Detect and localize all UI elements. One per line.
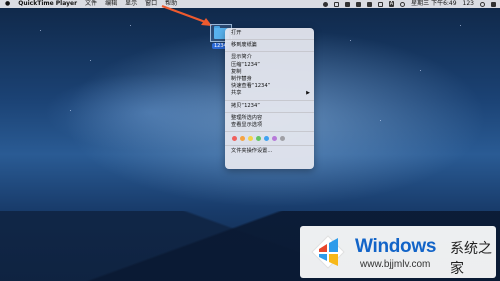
app-menu[interactable]: QuickTime Player <box>18 0 77 8</box>
tag-colors-row <box>225 134 314 143</box>
watermark-url: www.bjjmlv.com <box>360 259 431 270</box>
notification-center-icon[interactable] <box>491 1 496 7</box>
menu-item-show-view-options[interactable]: 查看显示选项 <box>225 122 314 129</box>
menu-item-open[interactable]: 打开 <box>225 30 314 37</box>
input-source-badge[interactable]: A <box>388 1 395 7</box>
menu-separator <box>225 111 314 113</box>
spotlight-icon[interactable] <box>480 1 485 7</box>
menu-item-clean-up-selection[interactable]: 整理所选内容 <box>225 115 314 122</box>
battery-icon[interactable] <box>377 1 383 7</box>
watermark-subtitle: 系统之家 <box>450 241 492 277</box>
menu-item-share-label: 共享 <box>231 90 242 97</box>
tag-gray[interactable] <box>280 136 285 142</box>
status-dot-icon[interactable] <box>322 1 328 7</box>
menu-item-share[interactable]: 共享 ▶ <box>225 90 314 97</box>
tag-orange[interactable] <box>240 136 245 142</box>
chevron-right-icon: ▶ <box>306 90 310 97</box>
menu-window[interactable]: 窗口 <box>145 0 157 8</box>
context-menu: 打开 移到废纸篓 显示简介 压缩“1234” 复制 制作替身 快速查看“1234… <box>225 28 314 169</box>
menu-separator <box>225 39 314 41</box>
menubar-user[interactable]: 123 <box>463 0 474 8</box>
watermark: Windows 系统之家 www.bjjmlv.com <box>300 226 496 278</box>
menu-item-copy[interactable]: 拷贝“1234” <box>225 103 314 110</box>
menu-item-duplicate[interactable]: 复制 <box>225 69 314 76</box>
menubar-clock[interactable]: 星期三 下午6:49 <box>411 0 456 8</box>
menu-view[interactable]: 显示 <box>125 0 137 8</box>
watermark-brand: Windows <box>355 236 437 257</box>
menu-separator <box>225 51 314 53</box>
tag-purple[interactable] <box>272 136 277 142</box>
menu-item-move-to-trash[interactable]: 移到废纸篓 <box>225 42 314 49</box>
menu-item-folder-actions[interactable]: 文件夹操作设置... <box>225 148 314 155</box>
menu-separator <box>225 99 314 101</box>
volume-icon[interactable] <box>366 1 372 7</box>
tag-blue[interactable] <box>264 136 269 142</box>
menu-bar: ● QuickTime Player 文件 编辑 显示 窗口 帮助 A 星期三 … <box>0 0 500 8</box>
tag-red[interactable] <box>232 136 237 142</box>
windows-logo-icon <box>311 235 345 269</box>
wifi-icon[interactable] <box>355 1 361 7</box>
display-icon[interactable] <box>333 1 339 7</box>
bluetooth-icon[interactable] <box>344 1 350 7</box>
menu-separator <box>225 131 314 133</box>
tag-green[interactable] <box>256 136 261 142</box>
apple-icon[interactable]: ● <box>5 0 10 8</box>
menu-file[interactable]: 文件 <box>85 0 97 8</box>
menu-edit[interactable]: 编辑 <box>105 0 117 8</box>
menu-item-compress[interactable]: 压缩“1234” <box>225 62 314 69</box>
menu-separator <box>225 145 314 147</box>
menu-item-get-info[interactable]: 显示简介 <box>225 54 314 61</box>
tag-yellow[interactable] <box>248 136 253 142</box>
user-icon[interactable] <box>400 1 406 7</box>
